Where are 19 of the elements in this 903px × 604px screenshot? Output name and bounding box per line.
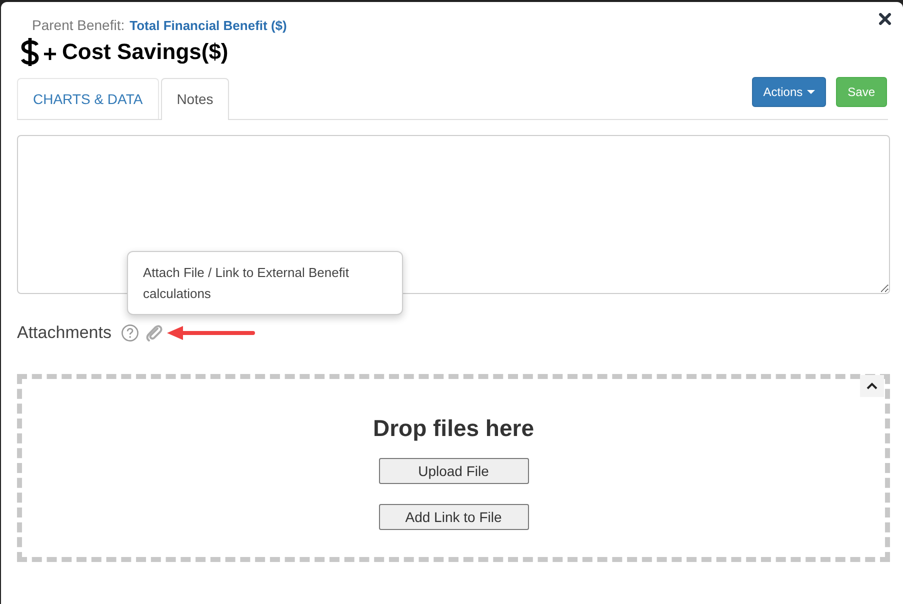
actions-button[interactable]: Actions <box>752 77 826 107</box>
tooltip: Attach File / Link to External Benefit calculations <box>127 251 403 315</box>
attachments-label: Attachments <box>17 323 112 343</box>
parent-benefit-link[interactable]: Total Financial Benefit ($) <box>130 18 287 33</box>
file-button[interactable]: Add Link to File <box>378 504 528 530</box>
dollar-icon <box>19 37 41 67</box>
help-icon[interactable] <box>120 324 138 342</box>
drop-zone[interactable]: Drop files here Upload File Add Link to File <box>17 374 890 562</box>
collapse-button[interactable] <box>860 375 884 397</box>
file-button[interactable]: Upload File <box>378 458 528 484</box>
paperclip-icon[interactable] <box>144 324 162 342</box>
plus-icon <box>44 48 56 60</box>
chevron-up-icon[interactable] <box>866 382 878 390</box>
tab[interactable]: CHARTS & DATA <box>17 78 159 119</box>
tab[interactable]: Notes <box>160 78 230 120</box>
drop-heading: Drop files here <box>372 415 534 442</box>
close-icon[interactable] <box>879 13 891 25</box>
benefit-title: Cost Savings($) <box>62 39 228 65</box>
parent-label: Parent Benefit: <box>32 17 125 33</box>
